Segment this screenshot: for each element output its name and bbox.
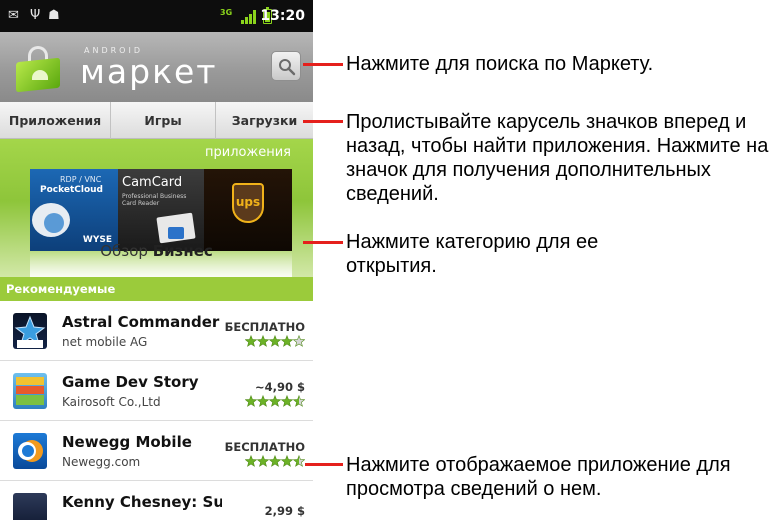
star-icon: [268, 395, 282, 407]
star-icon: [245, 455, 258, 467]
tab-bar: Приложения Игры Загрузки: [0, 102, 313, 139]
app-price: 2,99 $: [264, 504, 305, 518]
featured-header-label: Рекомендуемые: [6, 282, 116, 296]
network-type-icon: 3G: [220, 8, 233, 17]
signal-icon: [241, 10, 257, 24]
carousel-tile-camcard[interactable]: CamCard Professional Business Card Reade…: [118, 169, 204, 251]
category-link[interactable]: Обзор Бизнес: [0, 242, 313, 260]
list-item[interactable]: Astral Commander net mobile AG БЕСПЛАТНО: [0, 301, 313, 361]
app-price: БЕСПЛАТНО: [224, 440, 305, 454]
rating-stars-graphic: [245, 395, 305, 407]
category-name: Бизнес: [152, 242, 213, 260]
star-icon: [245, 335, 258, 347]
tile-title: CamCard: [122, 175, 183, 190]
featured-list: Astral Commander net mobile AG БЕСПЛАТНО…: [0, 301, 313, 520]
star-icon: [268, 335, 282, 347]
app-name: Game Dev Story: [62, 373, 199, 391]
star-icon: [256, 335, 270, 347]
star-icon: [268, 455, 282, 467]
star-icon: [292, 455, 305, 467]
app-developer: net mobile AG: [62, 335, 148, 349]
featured-callout: Нажмите отображаемое приложение для прос…: [346, 454, 731, 500]
status-clock: 13:20: [260, 8, 305, 24]
app-name: Astral Commander: [62, 313, 220, 331]
app-name: Newegg Mobile: [62, 433, 192, 451]
app-developer: Newegg.com: [62, 455, 141, 469]
tile-caption: RDP / VNC: [60, 175, 102, 184]
star-icon: [280, 335, 294, 347]
app-carousel[interactable]: RDP / VNC PocketCloud WYSE CamCard Profe…: [30, 169, 292, 251]
app-developer: Kairosoft Co.,Ltd: [62, 395, 161, 409]
star-icon: [280, 455, 294, 467]
carousel-tile-ups[interactable]: ups: [204, 169, 292, 251]
category-callout: Нажмите категорию для ее открытия.: [346, 231, 599, 277]
app-price: ~4,90 $: [254, 380, 305, 394]
kenny-chesney-app-icon: [13, 493, 47, 520]
tile-title: ups: [235, 195, 261, 209]
tab-games[interactable]: Игры: [111, 102, 215, 139]
list-item[interactable]: Newegg Mobile Newegg.com БЕСПЛАТНО: [0, 421, 313, 481]
rating-stars-graphic: [245, 455, 305, 467]
carousel-section-label: приложения: [205, 145, 291, 160]
star-icon: [245, 395, 258, 407]
rating-stars: [245, 395, 305, 407]
carousel-callout: Пролистывайте карусель значков вперед и …: [346, 111, 769, 205]
carousel-callout-pointer: [303, 120, 343, 123]
carousel-tile-pocketcloud[interactable]: RDP / VNC PocketCloud WYSE: [30, 169, 118, 251]
tab-applications[interactable]: Приложения: [0, 102, 110, 139]
mail-icon: ✉: [8, 8, 19, 23]
category-prefix: Обзор: [100, 242, 148, 260]
app-price: БЕСПЛАТНО: [224, 320, 305, 334]
phone-screen: ✉ Ψ ☗ 3G 13:20 ANDROID маркет Приложения…: [0, 0, 313, 520]
tile-title: PocketCloud: [40, 185, 103, 195]
star-icon: [280, 395, 294, 407]
list-item[interactable]: Kenny Chesney: Summer 2,99 $: [0, 481, 313, 520]
featured-header: Рекомендуемые: [0, 277, 313, 301]
list-item[interactable]: Game Dev Story Kairosoft Co.,Ltd ~4,90 $: [0, 361, 313, 421]
star-icon: [256, 455, 270, 467]
brand-title: маркет: [80, 52, 218, 91]
market-bag-icon: [12, 44, 68, 93]
tab-downloads[interactable]: Загрузки: [216, 102, 313, 139]
rating-stars: [245, 455, 305, 467]
search-button[interactable]: [271, 51, 301, 81]
search-callout-pointer: [303, 63, 343, 66]
star-icon: [256, 395, 270, 407]
search-callout: Нажмите для поиска по Маркету.: [346, 53, 654, 75]
app-name: Kenny Chesney: Summer: [62, 493, 222, 511]
android-debug-icon: ☗: [48, 8, 60, 23]
star-icon: [292, 395, 305, 407]
astral-commander-app-icon: [13, 313, 47, 349]
category-callout-pointer: [303, 241, 343, 244]
rating-stars-graphic: [245, 335, 305, 347]
status-bar: ✉ Ψ ☗ 3G 13:20: [0, 0, 313, 32]
usb-icon: Ψ: [30, 8, 41, 23]
star-icon: [292, 335, 305, 347]
search-icon: [279, 59, 296, 76]
rating-stars: [245, 335, 305, 347]
market-header: ANDROID маркет: [0, 32, 313, 102]
game-dev-story-app-icon: [13, 373, 47, 409]
newegg-app-icon: [13, 433, 47, 469]
camera-icon: [168, 227, 184, 239]
featured-callout-pointer: [305, 463, 343, 466]
tile-caption: Professional Business Card Reader: [122, 193, 187, 207]
